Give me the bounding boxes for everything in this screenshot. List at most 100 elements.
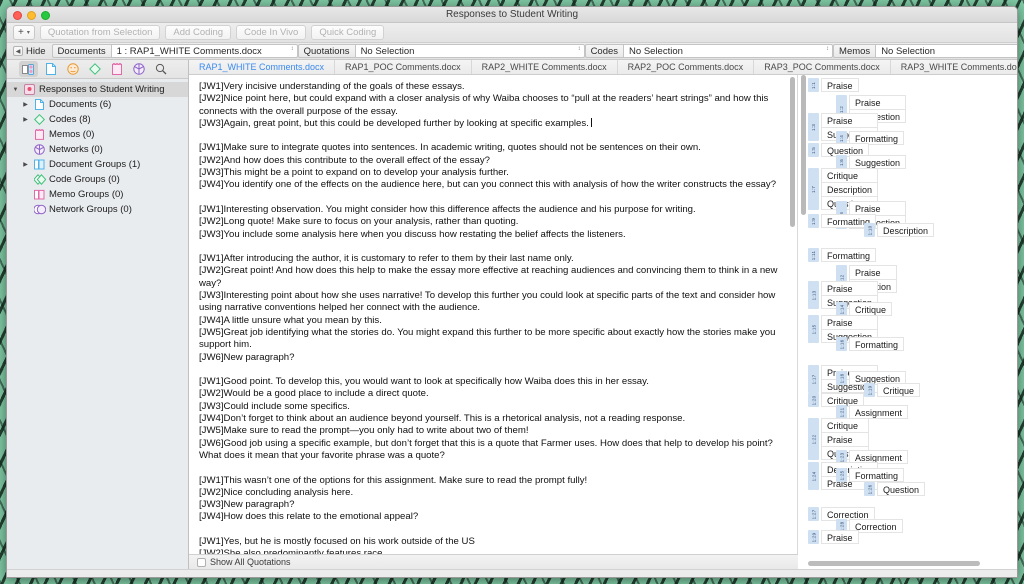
quotation-bar-icon[interactable]: 1:25 bbox=[836, 468, 847, 482]
quotations-filter-value[interactable]: No Selection ↕ bbox=[354, 44, 585, 58]
comment-line: [JW3]This might be a point to expand on … bbox=[199, 167, 509, 179]
sidebar-item-codes[interactable]: ▶ Codes (8) bbox=[7, 112, 188, 127]
code-label[interactable]: Formatting bbox=[849, 468, 905, 482]
quotation-bar-icon[interactable]: 1:1 bbox=[808, 78, 819, 92]
add-dropdown-button[interactable]: + ▾ bbox=[13, 25, 35, 40]
quotation-bar-icon[interactable]: 1:6 bbox=[836, 155, 847, 169]
codes-filter[interactable]: Codes No Selection ↕ bbox=[584, 44, 834, 58]
tab-rap2-poc[interactable]: RAP2_POC Comments.docx bbox=[618, 60, 755, 74]
quotation-bar-icon[interactable]: 1:14 bbox=[836, 302, 847, 316]
quotation-bar-icon[interactable]: 1:16 bbox=[836, 337, 847, 351]
tab-rap1-poc[interactable]: RAP1_POC Comments.docx bbox=[335, 60, 472, 74]
margin-horizontal-scrollbar[interactable] bbox=[808, 560, 1011, 567]
code-label[interactable]: Critique bbox=[849, 302, 893, 316]
add-coding-button[interactable]: Add Coding bbox=[165, 25, 232, 40]
disclosure-triangle-icon[interactable]: ▼ bbox=[11, 87, 20, 93]
scrollbar-thumb[interactable] bbox=[808, 561, 980, 566]
code-label[interactable]: Praise bbox=[849, 201, 907, 215]
sidebar-item-memo-groups[interactable]: Memo Groups (0) bbox=[7, 187, 188, 202]
memo-group-icon bbox=[33, 189, 46, 200]
stepper-icon[interactable]: ↕ bbox=[291, 46, 294, 52]
code-label[interactable]: Critique bbox=[877, 383, 921, 397]
memos-filter[interactable]: Memos No Selection ↕ bbox=[833, 44, 1017, 58]
code-label[interactable]: Formatting bbox=[821, 248, 877, 262]
scrollbar-thumb[interactable] bbox=[801, 75, 806, 215]
code-label[interactable]: Praise bbox=[821, 530, 859, 544]
memos-filter-value[interactable]: No Selection ↕ bbox=[875, 44, 1017, 58]
quotation-bar-icon[interactable]: 1:22 bbox=[808, 418, 819, 460]
sidebar-item-network-groups[interactable]: Network Groups (0) bbox=[7, 202, 188, 217]
tab-rap1-white[interactable]: RAP1_WHITE Comments.docx bbox=[189, 60, 336, 74]
quotation-bar-icon[interactable]: 1:10 bbox=[864, 223, 875, 237]
quotation-bar-icon[interactable]: 1:9 bbox=[808, 214, 819, 228]
code-label[interactable]: Critique bbox=[821, 168, 879, 182]
code-in-vivo-button[interactable]: Code In Vivo bbox=[236, 25, 307, 40]
sidebar-item-networks[interactable]: Networks (0) bbox=[7, 142, 188, 157]
tree-item-project[interactable]: ▼ Responses to Student Writing bbox=[7, 82, 188, 97]
document-text[interactable]: [JW1]Very incisive understanding of the … bbox=[189, 75, 798, 554]
quotation-bar-icon[interactable]: 1:18 bbox=[836, 371, 847, 385]
quotations-filter[interactable]: Quotations No Selection ↕ bbox=[297, 44, 585, 58]
disclosure-triangle-icon[interactable]: ▶ bbox=[21, 101, 30, 108]
scrollbar-thumb[interactable] bbox=[790, 77, 795, 227]
search-icon[interactable] bbox=[151, 61, 170, 77]
quick-coding-button[interactable]: Quick Coding bbox=[311, 25, 385, 40]
code-label[interactable]: Praise bbox=[821, 78, 859, 92]
document-vertical-scrollbar[interactable] bbox=[789, 77, 796, 552]
code-label[interactable]: Praise bbox=[821, 113, 879, 127]
documents-filter[interactable]: Documents 1 : RAP1_WHITE Comments.docx ↕ bbox=[51, 44, 298, 58]
quotation-from-selection-button[interactable]: Quotation from Selection bbox=[39, 25, 161, 40]
documents-filter-value[interactable]: 1 : RAP1_WHITE Comments.docx ↕ bbox=[110, 44, 298, 58]
disclosure-triangle-icon[interactable]: ▶ bbox=[21, 116, 30, 123]
stepper-icon[interactable]: ↕ bbox=[826, 46, 829, 52]
code-label[interactable]: Description bbox=[877, 223, 935, 237]
quotation-id: 1:9 bbox=[811, 217, 816, 225]
quotation-bar-icon[interactable]: 1:5 bbox=[808, 143, 819, 157]
sidebar-item-documents[interactable]: ▶ Documents (6) bbox=[7, 97, 188, 112]
margin-vertical-scrollbar[interactable] bbox=[800, 75, 807, 559]
quotation-bar-icon[interactable]: 1:24 bbox=[808, 462, 819, 490]
code-label[interactable]: Praise bbox=[821, 315, 879, 329]
project-icon[interactable] bbox=[19, 61, 38, 77]
stepper-icon[interactable]: ↕ bbox=[578, 46, 581, 52]
tab-rap3-poc[interactable]: RAP3_POC Comments.docx bbox=[754, 60, 891, 74]
code-label[interactable]: Critique bbox=[821, 418, 870, 432]
code-label[interactable]: Praise bbox=[849, 265, 898, 279]
code-label[interactable]: Assignment bbox=[849, 405, 909, 419]
code-icon[interactable] bbox=[85, 61, 104, 77]
quotation-bar-icon[interactable]: 1:11 bbox=[808, 248, 819, 262]
code-label[interactable]: Praise bbox=[821, 281, 879, 295]
quotation-bar-icon[interactable]: 1:17 bbox=[808, 365, 819, 393]
document-icon[interactable] bbox=[41, 61, 60, 77]
quotation-bar-icon[interactable]: 1:27 bbox=[808, 507, 819, 521]
sidebar-item-code-groups[interactable]: Code Groups (0) bbox=[7, 172, 188, 187]
disclosure-triangle-icon[interactable]: ▶ bbox=[21, 161, 30, 168]
code-label[interactable]: Praise bbox=[821, 432, 870, 446]
quotation-bar-icon[interactable]: 1:29 bbox=[808, 530, 819, 544]
memo-icon[interactable] bbox=[107, 61, 126, 77]
quotation-bar-icon[interactable]: 1:13 bbox=[808, 281, 819, 309]
quotation-bar-icon[interactable]: 1:21 bbox=[836, 405, 847, 419]
tab-rap2-white[interactable]: RAP2_WHITE Comments.docx bbox=[472, 60, 618, 74]
quotation-bar-icon[interactable]: 1:3 bbox=[808, 113, 819, 141]
sidebar-item-memos[interactable]: Memos (0) bbox=[7, 127, 188, 142]
hide-sidebar-button[interactable]: ◀ Hide bbox=[11, 46, 52, 57]
quotation-bar-icon[interactable]: 1:26 bbox=[864, 482, 875, 496]
code-label[interactable]: Suggestion bbox=[849, 155, 907, 169]
code-label[interactable]: Question bbox=[877, 482, 926, 496]
tab-rap3-white[interactable]: RAP3_WHITE Comments.docx bbox=[891, 60, 1017, 74]
code-label[interactable]: Formatting bbox=[849, 337, 905, 351]
code-label[interactable]: Description bbox=[821, 182, 879, 196]
quotation-icon[interactable] bbox=[63, 61, 82, 77]
show-all-quotations-checkbox[interactable] bbox=[197, 557, 206, 567]
network-icon[interactable] bbox=[129, 61, 148, 77]
codes-filter-value[interactable]: No Selection ↕ bbox=[623, 44, 834, 58]
sidebar-item-document-groups[interactable]: ▶ Document Groups (1) bbox=[7, 157, 188, 172]
quotation-bar-icon[interactable]: 1:15 bbox=[808, 315, 819, 343]
quotation-bar-icon[interactable]: 1:19 bbox=[864, 383, 875, 397]
code-label[interactable]: Praise bbox=[849, 95, 907, 109]
quotation-bar-icon[interactable]: 1:20 bbox=[808, 393, 819, 407]
quotation-bar-icon[interactable]: 1:7 bbox=[808, 168, 819, 210]
